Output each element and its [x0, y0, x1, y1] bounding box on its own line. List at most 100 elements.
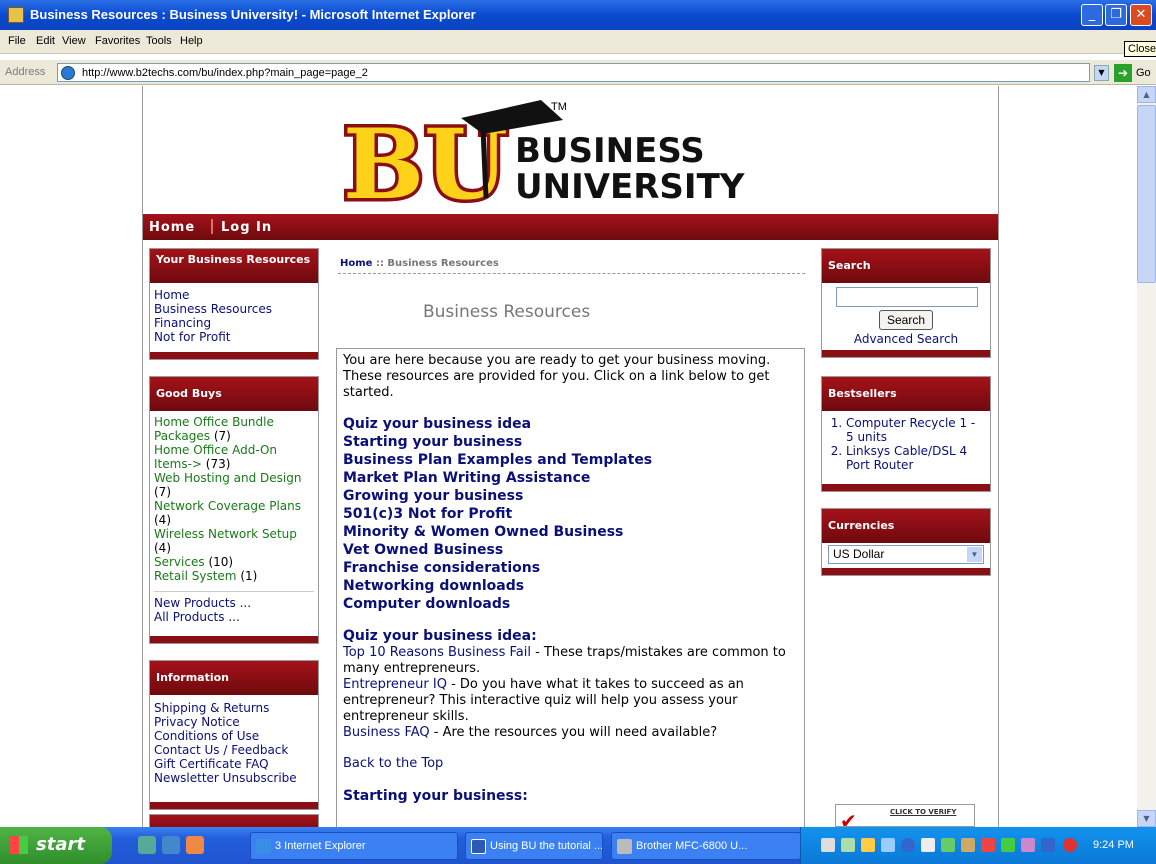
info-link-giftcert[interactable]: Gift Certificate FAQ	[154, 757, 314, 771]
tray-icon[interactable]	[861, 838, 875, 852]
minimize-button[interactable]: _	[1081, 4, 1103, 26]
resources-link-financing[interactable]: Financing	[154, 316, 314, 330]
address-bar: Address http://www.b2techs.com/bu/index.…	[0, 60, 1156, 85]
nav-login-link[interactable]: Log In	[221, 220, 272, 235]
link-501c3[interactable]: 501(c)3 Not for Profit	[343, 505, 798, 523]
currency-select[interactable]: US Dollar ▼	[828, 545, 984, 564]
info-link-shipping[interactable]: Shipping & Returns	[154, 701, 314, 715]
business-faq-link[interactable]: Business FAQ	[343, 725, 430, 740]
menu-edit[interactable]: Edit	[36, 35, 55, 47]
tray-icon[interactable]	[921, 838, 935, 852]
show-desktop-icon[interactable]	[138, 836, 156, 854]
advanced-search-link[interactable]: Advanced Search	[822, 332, 990, 346]
link-vet[interactable]: Vet Owned Business	[343, 541, 798, 559]
top-nav-bar: Home Log In	[143, 214, 998, 240]
link-market-plan[interactable]: Market Plan Writing Assistance	[343, 469, 798, 487]
category-item[interactable]: Retail System (1)	[154, 569, 314, 583]
category-label[interactable]: Wireless Network Setup	[154, 527, 297, 541]
tray-icon[interactable]	[1021, 838, 1035, 852]
search-header: Search	[822, 249, 990, 283]
link-networking[interactable]: Networking downloads	[343, 577, 798, 595]
category-label[interactable]: Services	[154, 555, 205, 569]
business-university-logo[interactable]: BU TM BUSINESS UNIVERSITY	[343, 94, 833, 206]
entrepreneur-iq-link[interactable]: Entrepreneur IQ	[343, 677, 447, 692]
address-input[interactable]: http://www.b2techs.com/bu/index.php?main…	[57, 63, 1090, 82]
breadcrumb-home-link[interactable]: Home	[340, 258, 372, 269]
resources-link-nonprofit[interactable]: Not for Profit	[154, 330, 314, 344]
info-link-contact[interactable]: Contact Us / Feedback	[154, 743, 314, 757]
menu-tools[interactable]: Tools	[146, 35, 172, 47]
link-quiz[interactable]: Quiz your business idea	[343, 415, 798, 433]
address-label: Address	[5, 66, 46, 78]
vertical-scrollbar[interactable]: ▲ ▼	[1137, 86, 1156, 827]
scroll-up-icon[interactable]: ▲	[1137, 86, 1156, 103]
category-item[interactable]: Network Coverage Plans (4)	[154, 499, 314, 527]
close-tooltip: Close	[1124, 41, 1156, 57]
menu-file[interactable]: File	[8, 35, 26, 47]
category-label[interactable]: Network Coverage Plans	[154, 499, 301, 513]
currency-selected: US Dollar	[833, 547, 885, 561]
menu-view[interactable]: View	[62, 35, 86, 47]
link-franchise[interactable]: Franchise considerations	[343, 559, 798, 577]
category-count: (73)	[205, 457, 231, 471]
bestseller-item[interactable]: Computer Recycle 1 - 5 units	[846, 416, 986, 444]
menu-help[interactable]: Help	[180, 35, 203, 47]
new-products-link[interactable]: New Products ...	[154, 596, 314, 610]
verify-badge[interactable]: ✔ CLICK TO VERIFY	[835, 804, 975, 827]
close-button[interactable]: ✕	[1130, 4, 1152, 26]
tray-icon[interactable]	[981, 838, 995, 852]
media-quicklaunch-icon[interactable]	[186, 836, 204, 854]
link-growing[interactable]: Growing your business	[343, 487, 798, 505]
category-label[interactable]: Web Hosting and Design	[154, 471, 302, 485]
category-item[interactable]: Web Hosting and Design (7)	[154, 471, 314, 499]
tray-icon[interactable]	[941, 838, 955, 852]
link-minority[interactable]: Minority & Women Owned Business	[343, 523, 798, 541]
task-brother-printer[interactable]: Brother MFC-6800 U...	[611, 832, 801, 860]
tray-icon[interactable]	[881, 838, 895, 852]
info-link-unsubscribe[interactable]: Newsletter Unsubscribe	[154, 771, 314, 785]
category-item[interactable]: Wireless Network Setup (4)	[154, 527, 314, 555]
top10-link[interactable]: Top 10 Reasons Business Fail	[343, 645, 531, 660]
category-label[interactable]: Retail System	[154, 569, 236, 583]
scroll-thumb[interactable]	[1137, 105, 1156, 283]
category-item[interactable]: Home Office Bundle Packages (7)	[154, 415, 314, 443]
window-titlebar[interactable]: Business Resources : Business University…	[0, 0, 1156, 30]
maximize-button[interactable]: ❐	[1105, 4, 1127, 26]
task-word-document[interactable]: Using BU the tutorial ...	[465, 832, 603, 860]
task-label: 3 Internet Explorer	[275, 840, 366, 852]
resources-link-home[interactable]: Home	[154, 288, 314, 302]
tray-icon[interactable]	[1001, 838, 1015, 852]
start-button[interactable]: start	[0, 827, 112, 864]
bestseller-item[interactable]: Linksys Cable/DSL 4 Port Router	[846, 444, 986, 472]
link-business-plan[interactable]: Business Plan Examples and Templates	[343, 451, 798, 469]
search-button[interactable]: Search	[879, 310, 933, 330]
breadcrumb: Home :: Business Resources	[340, 258, 499, 269]
tray-icon[interactable]	[961, 838, 975, 852]
task-internet-explorer[interactable]: 3 Internet Explorer	[250, 832, 458, 860]
category-item[interactable]: Home Office Add-On Items-> (73)	[154, 443, 314, 471]
menu-favorites[interactable]: Favorites	[95, 35, 140, 47]
resources-link-business[interactable]: Business Resources	[154, 302, 314, 316]
scroll-down-icon[interactable]: ▼	[1137, 810, 1156, 827]
link-computer-downloads[interactable]: Computer downloads	[343, 595, 798, 613]
chevron-down-icon[interactable]: ▼	[967, 547, 982, 562]
tray-icon[interactable]	[1063, 838, 1077, 852]
go-button[interactable]: Go	[1136, 67, 1151, 79]
address-dropdown-icon[interactable]: ▼	[1094, 65, 1109, 81]
back-to-top-link[interactable]: Back to the Top	[343, 757, 798, 771]
tray-icon[interactable]	[1041, 838, 1055, 852]
info-link-conditions[interactable]: Conditions of Use	[154, 729, 314, 743]
link-starting[interactable]: Starting your business	[343, 433, 798, 451]
tray-icon[interactable]	[841, 838, 855, 852]
search-input[interactable]	[836, 287, 978, 307]
tray-icon[interactable]	[901, 838, 915, 852]
info-link-privacy[interactable]: Privacy Notice	[154, 715, 314, 729]
go-arrow-icon[interactable]: ➔	[1114, 64, 1132, 82]
all-products-link[interactable]: All Products ...	[154, 610, 314, 624]
nav-home-link[interactable]: Home	[149, 220, 195, 235]
category-item[interactable]: Services (10)	[154, 555, 314, 569]
good-buys-box: Good Buys Home Office Bundle Packages (7…	[149, 376, 319, 644]
tray-icon[interactable]	[821, 838, 835, 852]
mortarboard-shape	[461, 100, 563, 134]
ie-quicklaunch-icon[interactable]	[162, 836, 180, 854]
